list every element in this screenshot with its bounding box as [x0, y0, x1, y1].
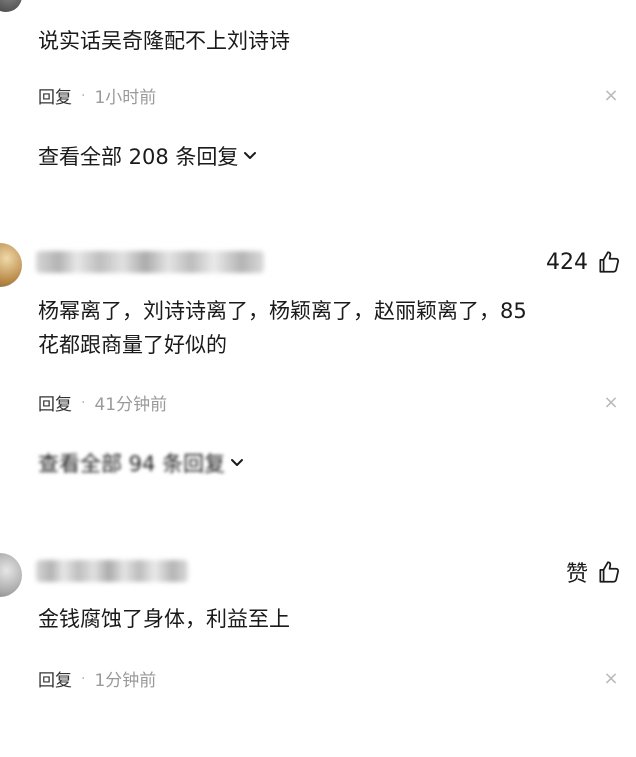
like-button[interactable]: 424 — [546, 249, 622, 275]
separator: · — [81, 394, 86, 411]
comment-text: 杨幂离了，刘诗诗离了，杨颖离了，赵丽颖离了，85 花都跟商量了好似的 — [38, 299, 527, 357]
timestamp: 1分钟前 — [94, 671, 157, 691]
comment-meta: 回复 · 1小时前 — [38, 83, 157, 109]
username[interactable] — [36, 560, 188, 582]
like-count: 424 — [546, 249, 588, 275]
view-all-replies-label: 查看全部 94 条回复 — [38, 452, 226, 476]
comment-text: 说实话吴奇隆配不上刘诗诗 — [38, 29, 290, 53]
separator: · — [81, 670, 86, 687]
close-icon[interactable]: × — [602, 87, 620, 105]
close-icon[interactable]: × — [602, 670, 620, 688]
reply-button[interactable]: 回复 — [38, 666, 72, 691]
view-all-replies-button[interactable]: 查看全部 94 条回复 — [38, 448, 245, 478]
like-button[interactable]: 赞 — [566, 556, 622, 588]
reply-button[interactable]: 回复 — [38, 390, 72, 415]
avatar[interactable] — [0, 553, 22, 597]
username[interactable] — [36, 251, 264, 273]
avatar[interactable] — [0, 0, 22, 12]
thumbs-up-icon — [599, 251, 620, 273]
comment-meta: 回复 · 41分钟前 — [38, 390, 168, 416]
chevron-down-icon — [244, 152, 257, 159]
timestamp: 1小时前 — [94, 88, 157, 108]
avatar[interactable] — [0, 243, 22, 287]
comment-meta: 回复 · 1分钟前 — [38, 666, 157, 692]
view-all-replies-label: 查看全部 208 条回复 — [38, 145, 239, 169]
thumbs-up-icon — [599, 561, 620, 583]
comment-text: 金钱腐蚀了身体，利益至上 — [38, 607, 290, 631]
close-icon[interactable]: × — [602, 394, 620, 412]
chevron-down-icon — [231, 459, 244, 466]
like-label: 赞 — [565, 562, 588, 587]
timestamp: 41分钟前 — [94, 395, 168, 415]
view-all-replies-button[interactable]: 查看全部 208 条回复 — [38, 141, 258, 171]
separator: · — [81, 87, 86, 104]
reply-button[interactable]: 回复 — [38, 83, 72, 108]
